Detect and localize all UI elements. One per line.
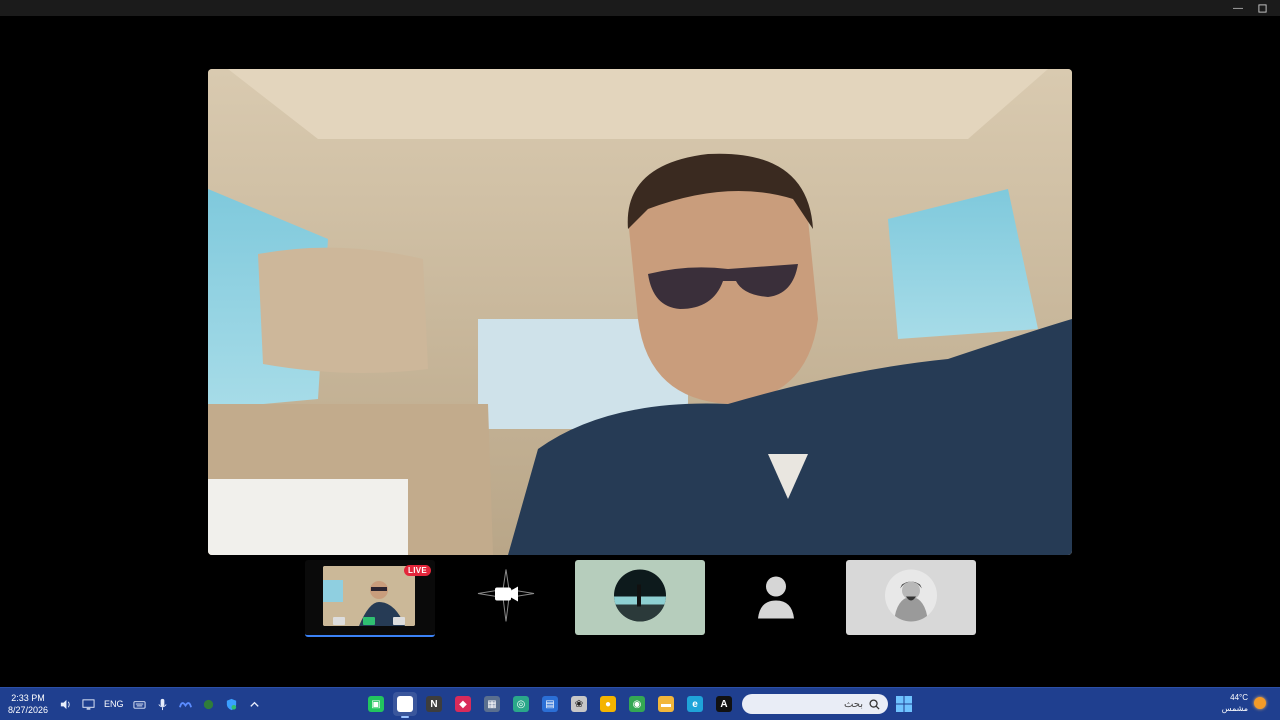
window-controls: — [1228, 0, 1272, 16]
search-icon [869, 698, 880, 710]
main-video-feed[interactable] [208, 69, 1072, 555]
participant-strip: LIVE [305, 560, 977, 637]
sun-icon [1254, 697, 1266, 709]
video-frame-illustration [208, 69, 1072, 555]
app-tile-1[interactable]: ▣ [364, 692, 388, 716]
app-tile-8-icon: ❀ [571, 696, 587, 712]
window-titlebar: — [0, 0, 1280, 16]
weather-description: مشمس [1221, 704, 1248, 713]
participant-avatar [614, 569, 666, 621]
app-tile-13[interactable]: A [712, 692, 736, 716]
app-tile-8[interactable]: ❀ [567, 692, 591, 716]
app-tile-2-icon [397, 696, 413, 712]
app-tile-7-icon: ▤ [542, 696, 558, 712]
app-tile-12-icon: e [687, 696, 703, 712]
taskbar-apps: ▣ N ◆ ▦ ◎ ▤ ❀ ● ◉ ▬ e A [364, 692, 736, 718]
language-indicator[interactable]: ENG [104, 699, 124, 709]
xbox-icon[interactable] [202, 697, 216, 711]
speaker-icon[interactable] [58, 697, 72, 711]
app-tile-2[interactable] [393, 692, 417, 718]
live-badge: LIVE [404, 565, 431, 576]
user-placeholder-icon [758, 576, 794, 618]
participant-tile-portrait[interactable] [846, 560, 976, 635]
app-tile-9-icon: ● [600, 696, 616, 712]
app-tile-5-icon: ▦ [484, 696, 500, 712]
sparkle-camera-icon [477, 568, 535, 622]
mini-control-1 [333, 617, 345, 625]
microphone-icon[interactable] [156, 697, 170, 711]
meta-icon[interactable] [179, 697, 193, 711]
app-tile-3-icon: N [426, 696, 442, 712]
app-tile-6-icon: ◎ [513, 696, 529, 712]
maximize-icon [1257, 3, 1267, 13]
app-tile-3[interactable]: N [422, 692, 446, 716]
clock-date: 8/27/2026 [8, 705, 49, 715]
system-tray: ENG [58, 695, 262, 713]
weather-text: 44°C مشمس [1222, 692, 1248, 714]
weather-temperature: 44°C [1230, 693, 1248, 702]
participant-tile-avatar[interactable] [575, 560, 705, 635]
stream-preview-toolbar [333, 616, 405, 626]
maximize-button[interactable] [1252, 0, 1272, 16]
app-tile-11[interactable]: ▬ [654, 692, 678, 716]
app-tile-11-icon: ▬ [658, 696, 674, 712]
chevron-up-icon[interactable] [248, 697, 262, 711]
participant-tile-default[interactable] [711, 560, 841, 635]
taskbar-search[interactable] [742, 694, 888, 714]
app-tile-4[interactable]: ◆ [451, 692, 475, 716]
app-tile-10[interactable]: ◉ [625, 692, 649, 716]
app-tile-13-icon: A [716, 696, 732, 712]
taskbar: 2:33 PM 8/27/2026 ENG ▣ N ◆ ▦ ◎ ▤ ❀ ● ◉ ▬ e A [0, 687, 1280, 720]
mini-control-2 [363, 617, 375, 625]
system-clock[interactable]: 2:33 PM 8/27/2026 [8, 692, 48, 716]
keyboard-icon[interactable] [133, 697, 147, 711]
search-input[interactable] [753, 698, 863, 710]
clock-time: 2:33 PM [11, 693, 45, 703]
app-tile-5[interactable]: ▦ [480, 692, 504, 716]
app-tile-12[interactable]: e [683, 692, 707, 716]
network-display-icon[interactable] [81, 697, 95, 711]
app-tile-10-icon: ◉ [629, 696, 645, 712]
app-tile-9[interactable]: ● [596, 692, 620, 716]
app-tile-7[interactable]: ▤ [538, 692, 562, 716]
app-tile-1-icon: ▣ [368, 696, 384, 712]
app-tile-4-icon: ◆ [455, 696, 471, 712]
weather-widget[interactable]: 44°C مشمس [1222, 692, 1266, 714]
self-stream-tile[interactable]: LIVE [305, 560, 435, 637]
app-tile-6[interactable]: ◎ [509, 692, 533, 716]
minimize-button[interactable]: — [1228, 0, 1248, 16]
security-shield-icon[interactable] [225, 697, 239, 711]
participant-portrait-avatar [885, 569, 937, 621]
windows-start-icon[interactable] [895, 695, 913, 713]
mini-control-3 [393, 617, 405, 625]
camera-effects-tile[interactable] [441, 560, 571, 635]
